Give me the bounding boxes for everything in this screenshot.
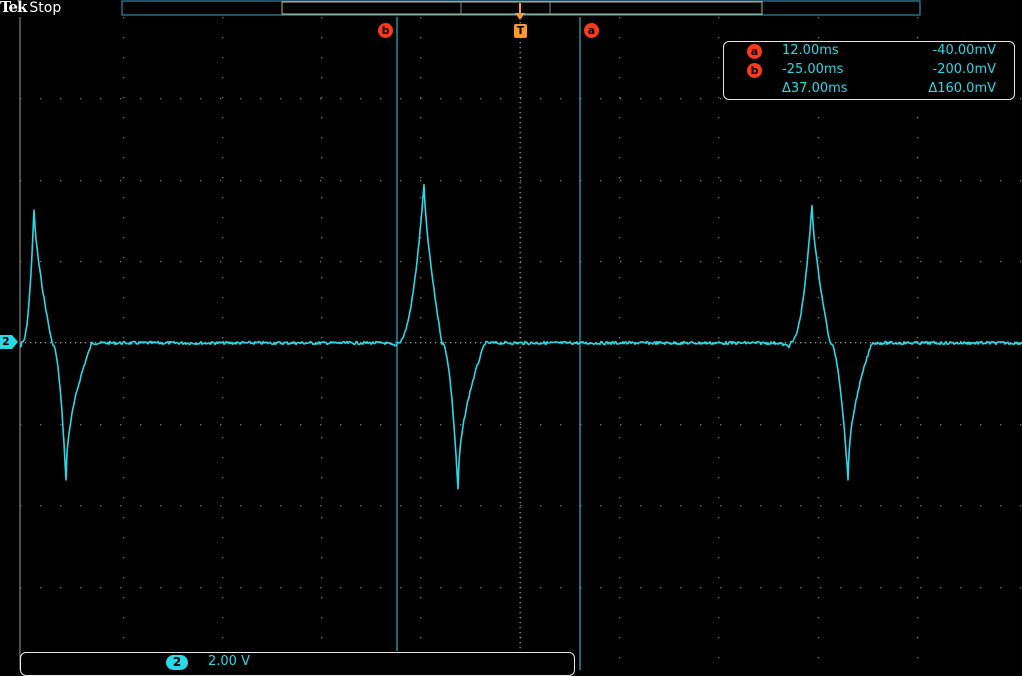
circle-b-icon[interactable]: b	[378, 23, 393, 38]
channel-2-vertical-scale[interactable]: 2.00 V	[208, 654, 250, 669]
channel-2-button[interactable]: 2	[166, 655, 188, 670]
channel-2-waveform	[19, 183, 1022, 490]
cursor-a-time: 12.00ms	[782, 43, 839, 58]
circle-a-icon[interactable]: a	[584, 23, 599, 38]
trigger-T-icon[interactable]: T	[514, 24, 527, 38]
circle-b-icon: b	[747, 63, 762, 78]
readout-row-a: a 12.00ms -40.00mV	[724, 43, 1014, 61]
cursor-readout-panel[interactable]: a 12.00ms -40.00mV b -25.00ms -200.0mV Δ…	[723, 41, 1015, 100]
cursor-b-voltage: -200.0mV	[932, 62, 996, 77]
scope-brand-status: Tek Stop	[0, 0, 61, 16]
circle-a-icon: a	[747, 44, 762, 59]
acquisition-state[interactable]: Stop	[29, 0, 61, 16]
channel-2-ground-marker-icon[interactable]: 2	[0, 335, 18, 349]
readout-row-delta: Δ37.00ms Δ160.0mV	[724, 81, 1014, 99]
graticule-grid	[19, 17, 1022, 670]
delta-voltage: Δ160.0mV	[928, 81, 996, 96]
oscilloscope-display	[19, 0, 1022, 670]
cursor-a-voltage: -40.00mV	[932, 43, 996, 58]
trigger-position-arrow[interactable]	[515, 3, 525, 20]
cursor-b-time: -25.00ms	[782, 62, 844, 77]
brand-logo: Tek	[0, 0, 27, 16]
delta-time: Δ37.00ms	[782, 81, 848, 96]
readout-row-b: b -25.00ms -200.0mV	[724, 62, 1014, 80]
channel-status-bar: 2 2.00 V	[20, 652, 575, 676]
